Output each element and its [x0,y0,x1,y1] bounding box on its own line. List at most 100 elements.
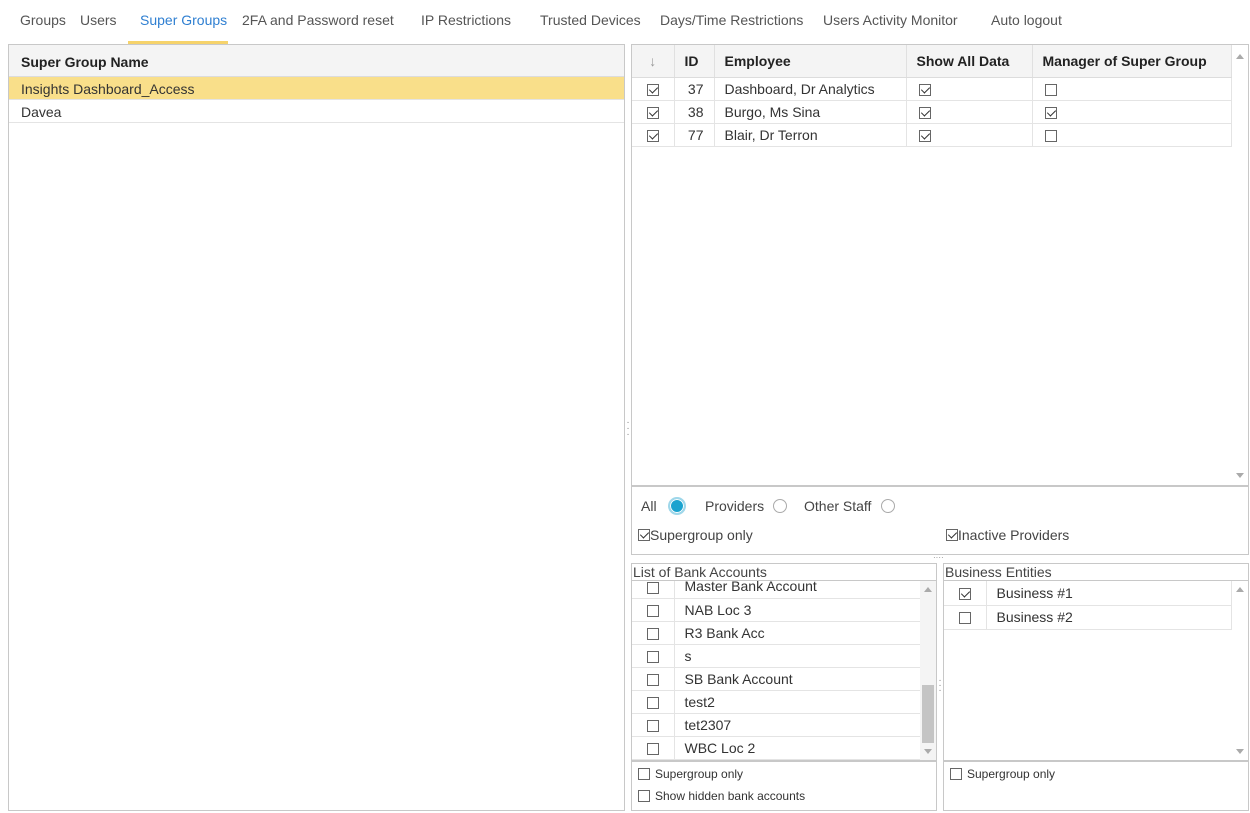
bank-supergroup-only-checkbox[interactable] [638,768,650,780]
bank-account-checkbox[interactable] [646,742,659,755]
tab-super-groups[interactable]: Super Groups [140,12,227,28]
table-row: 38 Burgo, Ms Sina [632,100,1232,124]
tab-bar: Groups Users Super Groups 2FA and Passwo… [0,0,1250,44]
scroll-up-icon[interactable] [924,587,932,592]
scroll-up-icon[interactable] [1236,587,1244,592]
show-all-data-checkbox[interactable] [918,106,931,119]
bank-accounts-table: Master Bank Account NAB Loc 3 R3 Bank Ac… [632,581,921,760]
vertical-splitter-handle[interactable]: · · · [626,418,630,440]
business-entities-list: Business #1 Business #2 [943,580,1249,761]
bank-account-name: R3 Bank Acc [674,621,921,645]
be-supergroup-only-checkbox[interactable] [950,768,962,780]
show-all-data-checkbox[interactable] [918,83,931,96]
list-item: WBC Loc 2 [632,736,921,760]
bank-supergroup-only-option[interactable]: Supergroup only [638,767,743,781]
column-header-show-all-data[interactable]: Show All Data [906,45,1033,78]
supergroup-only-label: Supergroup only [650,527,753,543]
business-entities-title: Business Entities [943,563,1249,581]
row-select-checkbox[interactable] [646,83,659,96]
bank-accounts-scrollbar[interactable] [920,581,936,760]
table-row: 37 Dashboard, Dr Analytics [632,77,1232,101]
business-entity-checkbox[interactable] [958,588,971,601]
bank-account-checkbox[interactable] [646,627,659,640]
be-supergroup-only-option[interactable]: Supergroup only [950,767,1055,781]
list-item: Business #2 [944,605,1232,630]
bank-account-checkbox[interactable] [646,696,659,709]
be-supergroup-only-label: Supergroup only [967,767,1056,781]
bank-accounts-list: Master Bank Account NAB Loc 3 R3 Bank Ac… [631,580,937,761]
supergroup-list-panel: Super Group Name Insights Dashboard_Acce… [8,44,625,811]
employee-name: Blair, Dr Terron [714,123,907,147]
list-item: Business #1 [944,581,1232,606]
show-hidden-bank-accounts-checkbox[interactable] [638,790,650,802]
tab-groups[interactable]: Groups [20,12,66,28]
list-item: SB Bank Account [632,667,921,691]
manager-checkbox[interactable] [1044,83,1057,96]
bank-account-checkbox[interactable] [646,719,659,732]
bank-account-name: WBC Loc 2 [674,736,921,760]
list-item: tet2307 [632,713,921,737]
supergroup-row[interactable]: Davea [9,100,624,123]
radio-all-label: All [641,498,657,514]
radio-all[interactable] [668,497,686,515]
employees-table: ↓ ID Employee Show All Data Manager of S… [632,45,1232,147]
supergroup-only-option[interactable]: Supergroup only [638,527,753,543]
supergroup-name-header[interactable]: Super Group Name [9,45,624,77]
business-entity-name: Business #1 [986,581,1232,606]
tab-users-activity-monitor[interactable]: Users Activity Monitor [823,12,958,28]
bank-account-name: tet2307 [674,713,921,737]
table-row: 77 Blair, Dr Terron [632,123,1232,147]
bank-account-checkbox[interactable] [646,581,659,594]
show-hidden-bank-accounts-option[interactable]: Show hidden bank accounts [638,789,805,803]
bank-supergroup-only-label: Supergroup only [655,767,744,781]
radio-other-staff-label: Other Staff [804,498,872,514]
list-item: test2 [632,690,921,714]
row-select-checkbox[interactable] [646,129,659,142]
business-entities-options: Supergroup only [943,761,1249,811]
scroll-down-icon[interactable] [924,749,932,754]
inactive-providers-label: Inactive Providers [958,527,1070,543]
supergroup-row[interactable]: Insights Dashboard_Access [9,77,624,100]
manager-checkbox[interactable] [1044,106,1057,119]
show-hidden-bank-accounts-label: Show hidden bank accounts [655,789,806,803]
scroll-down-icon[interactable] [1236,473,1244,478]
employees-scrollbar[interactable] [1232,45,1248,485]
show-all-data-checkbox[interactable] [918,129,931,142]
business-entities-scrollbar[interactable] [1232,581,1248,760]
supergroup-only-checkbox[interactable] [638,529,650,541]
business-entity-checkbox[interactable] [958,612,971,625]
business-entities-table: Business #1 Business #2 [944,581,1232,630]
list-item: Master Bank Account [632,581,921,599]
row-select-checkbox[interactable] [646,106,659,119]
sort-arrow-icon[interactable]: ↓ [632,45,675,78]
bank-account-name: Master Bank Account [674,581,921,599]
scroll-down-icon[interactable] [1236,749,1244,754]
bank-account-checkbox[interactable] [646,673,659,686]
tab-days-time-restrictions[interactable]: Days/Time Restrictions [660,12,803,28]
bank-account-checkbox[interactable] [646,604,659,617]
bank-account-name: SB Bank Account [674,667,921,691]
bank-account-name: NAB Loc 3 [674,598,921,622]
column-header-manager[interactable]: Manager of Super Group [1032,45,1232,78]
bank-accounts-title: List of Bank Accounts [631,563,937,581]
horizontal-splitter-handle[interactable]: ···· [933,554,947,562]
manager-checkbox[interactable] [1044,129,1057,142]
tab-trusted-devices[interactable]: Trusted Devices [540,12,641,28]
radio-other-staff[interactable] [881,499,895,513]
tab-users[interactable]: Users [80,12,117,28]
tab-auto-logout[interactable]: Auto logout [991,12,1062,28]
bank-account-checkbox[interactable] [646,650,659,663]
list-item: s [632,644,921,668]
inactive-providers-checkbox[interactable] [946,529,958,541]
employee-name: Burgo, Ms Sina [714,100,907,124]
employee-name: Dashboard, Dr Analytics [714,77,907,101]
tab-ip-restrictions[interactable]: IP Restrictions [421,12,511,28]
business-entity-name: Business #2 [986,605,1232,630]
column-header-id[interactable]: ID [674,45,715,78]
radio-providers[interactable] [773,499,787,513]
inactive-providers-option[interactable]: Inactive Providers [946,527,1069,543]
column-header-employee[interactable]: Employee [714,45,907,78]
scroll-up-icon[interactable] [1236,54,1244,59]
scrollbar-thumb[interactable] [922,685,934,743]
tab-2fa-password-reset[interactable]: 2FA and Password reset [242,12,394,28]
